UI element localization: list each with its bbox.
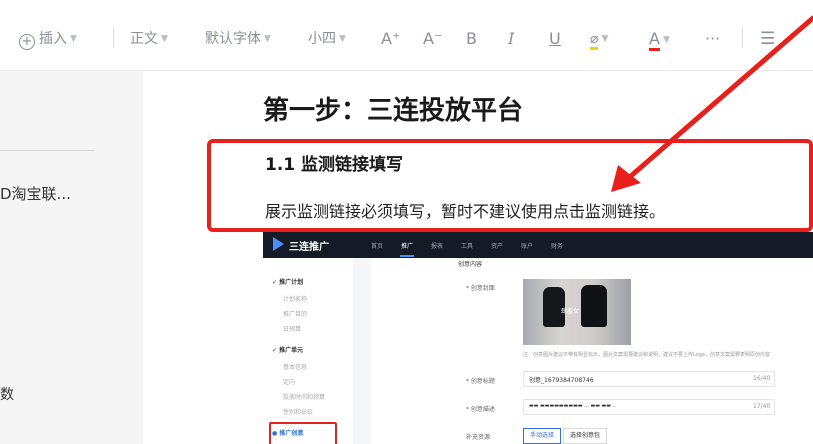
screenshot-field-label: * 创意标题	[466, 378, 495, 385]
font-size-select[interactable]: 小四 ▼	[308, 30, 346, 48]
caret-down-icon: ▼	[264, 34, 271, 44]
font-family-select[interactable]: 默认字体 ▼	[205, 30, 271, 48]
embedded-screenshot: 三连推广 首页 推广 报表 工具 资产 账户 财务 ✓ 推广计划 计划名称 推广…	[263, 232, 813, 444]
screenshot-nav-item: 推广	[401, 243, 414, 250]
screenshot-field-label: 补充资源	[466, 434, 491, 441]
screenshot-side-item: 定向	[283, 379, 296, 386]
cover-figure	[581, 285, 607, 327]
screenshot-nav-item: 资产	[491, 243, 504, 250]
caret-down-icon: ▼	[601, 34, 609, 44]
play-logo-icon	[273, 237, 284, 251]
font-decrease-icon[interactable]: A⁻	[423, 30, 442, 48]
nav-active-indicator	[400, 255, 414, 257]
cover-caption: 肆羞女	[561, 308, 580, 315]
screenshot-input-value: ▬▬ ▬▬▬▬▬▬▬▬▬ ... ▬▬ ▬▬ ..	[529, 403, 616, 409]
screenshot-side-item: 性别和出价	[283, 409, 314, 416]
screenshot-highlight-box	[269, 422, 337, 444]
screenshot-side-header: ✓ 推广单元	[272, 347, 304, 354]
font-color-icon: A	[649, 29, 660, 51]
screenshot-side-item: 基本信息	[283, 364, 308, 371]
outline-panel: D淘宝联... 数	[0, 71, 143, 444]
paragraph-style-select[interactable]: 正文 ▼	[130, 30, 168, 48]
screenshot-section-title: 创意内容	[458, 261, 483, 268]
screenshot-input-count: 16/40	[753, 375, 771, 382]
caret-down-icon: ▼	[662, 35, 670, 45]
screenshot-nav-item: 财务	[551, 243, 564, 250]
font-color-button[interactable]: A ▼	[649, 29, 670, 51]
font-increase-icon[interactable]: A⁺	[381, 30, 400, 48]
screenshot-nav-item: 报表	[431, 243, 444, 250]
screenshot-side-item: 投放时间和预算	[283, 394, 326, 401]
bullet-list-icon[interactable]: ☰	[760, 30, 775, 48]
screenshot-side-item: 推广目的	[283, 311, 308, 318]
caret-down-icon: ▼	[70, 34, 77, 44]
screenshot-hint: 注：创意图片建议不带有明显标示，图片文案需要建议和说明，建议不要上传Logo，创…	[523, 352, 770, 358]
caret-down-icon: ▼	[161, 34, 168, 44]
screenshot-topbar: 三连推广 首页 推广 报表 工具 资产 账户 财务	[263, 232, 813, 258]
toolbar-divider	[113, 28, 114, 48]
toolbar-divider	[742, 28, 743, 48]
caret-down-icon: ▼	[339, 34, 346, 44]
more-icon[interactable]: ···	[705, 30, 720, 48]
outline-item[interactable]: D淘宝联...	[0, 183, 71, 204]
screenshot-secondary-button: 选择创意包	[563, 428, 608, 444]
screenshot-side-header: ✓ 推广计划	[272, 279, 304, 286]
page-heading: 第一步：三连投放平台	[263, 96, 524, 126]
insert-button[interactable]: + 插入 ▼	[19, 30, 77, 50]
screenshot-field-label: * 创意描述	[466, 406, 495, 413]
screenshot-field-label: * 创意封面	[466, 285, 495, 292]
bold-icon[interactable]: B	[466, 30, 477, 48]
plus-circle-icon: +	[19, 34, 35, 50]
screenshot-brand: 三连推广	[289, 242, 329, 253]
outline-divider	[0, 150, 95, 151]
screenshot-nav-item: 账户	[521, 243, 534, 250]
screenshot-primary-button: 手动选择	[523, 428, 562, 444]
editor-toolbar: + 插入 ▼ 正文 ▼ 默认字体 ▼ 小四 ▼ A⁺ A⁻ B I U ⌀ ▼ A ▼ ···…	[0, 0, 813, 71]
highlighter-icon: ⌀	[590, 31, 599, 50]
italic-icon[interactable]: I	[508, 30, 514, 48]
underline-icon[interactable]: U	[549, 30, 561, 48]
screenshot-input-value: 创意_1679384708746	[529, 377, 594, 384]
screenshot-side-item: 计划名称	[283, 296, 308, 303]
screenshot-input-count: 17/40	[753, 403, 771, 410]
screenshot-nav-item: 工具	[461, 243, 474, 250]
screenshot-side-item: 日预算	[283, 326, 302, 333]
highlight-box	[207, 139, 813, 232]
screenshot-nav-item: 首页	[371, 243, 384, 250]
outline-item[interactable]: 数	[0, 384, 14, 404]
highlighter-button[interactable]: ⌀ ▼	[590, 30, 609, 50]
